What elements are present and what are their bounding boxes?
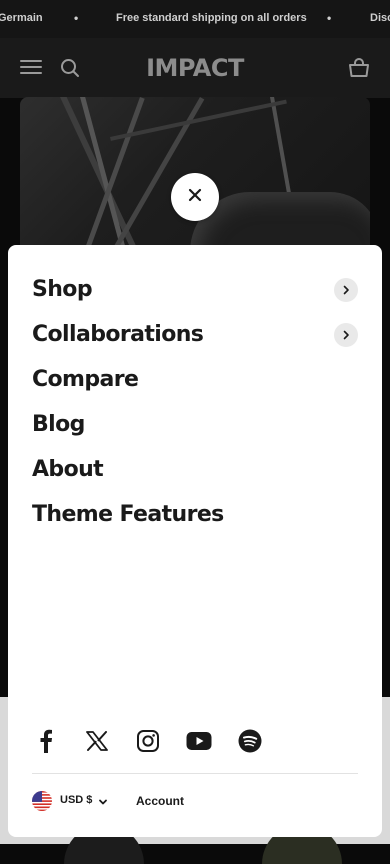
close-menu-button[interactable] <box>171 173 219 221</box>
social-links <box>32 727 358 755</box>
menu-item-label: Collaborations <box>32 322 204 347</box>
menu-item-theme-features[interactable]: Theme Features <box>32 492 358 537</box>
youtube-icon[interactable] <box>185 727 213 755</box>
divider <box>32 773 358 774</box>
announcement-bar: Germain • Free standard shipping on all … <box>0 0 390 38</box>
menu-item-label: Shop <box>32 277 93 302</box>
instagram-icon[interactable] <box>134 727 162 755</box>
menu-item-shop[interactable]: Shop <box>32 267 358 312</box>
menu-item-label: Theme Features <box>32 502 224 527</box>
chevron-down-icon <box>98 794 108 812</box>
mobile-menu-drawer: Shop Collaborations Compare Blog About T… <box>8 245 382 837</box>
currency-selector[interactable]: USD $ <box>60 794 92 806</box>
chevron-right-icon <box>343 285 349 295</box>
menu-item-label: Compare <box>32 367 139 392</box>
chevron-right-icon <box>343 330 349 340</box>
mobile-menu: Shop Collaborations Compare Blog About T… <box>32 267 358 537</box>
expand-submenu-button[interactable] <box>334 323 358 347</box>
menu-item-label: About <box>32 457 104 482</box>
x-icon[interactable] <box>83 727 111 755</box>
cart-icon[interactable] <box>348 58 370 83</box>
expand-submenu-button[interactable] <box>334 278 358 302</box>
announcement-text-left: Germain <box>0 12 43 24</box>
menu-item-label: Blog <box>32 412 85 437</box>
close-icon <box>188 188 202 207</box>
menu-item-about[interactable]: About <box>32 447 358 492</box>
menu-item-blog[interactable]: Blog <box>32 402 358 447</box>
announcement-text-main: Free standard shipping on all orders <box>116 12 307 24</box>
drawer-footer: USD $ Account <box>32 789 358 815</box>
us-flag-icon <box>32 791 52 811</box>
menu-item-collaborations[interactable]: Collaborations <box>32 312 358 357</box>
announcement-text-right: Disc <box>370 12 390 24</box>
account-link[interactable]: Account <box>136 794 184 808</box>
site-logo[interactable]: IMPACT <box>0 54 390 82</box>
spotify-icon[interactable] <box>236 727 264 755</box>
announcement-separator: • <box>327 11 332 25</box>
facebook-icon[interactable] <box>32 727 60 755</box>
menu-item-compare[interactable]: Compare <box>32 357 358 402</box>
site-header: IMPACT <box>0 38 390 98</box>
announcement-separator: • <box>74 11 79 25</box>
